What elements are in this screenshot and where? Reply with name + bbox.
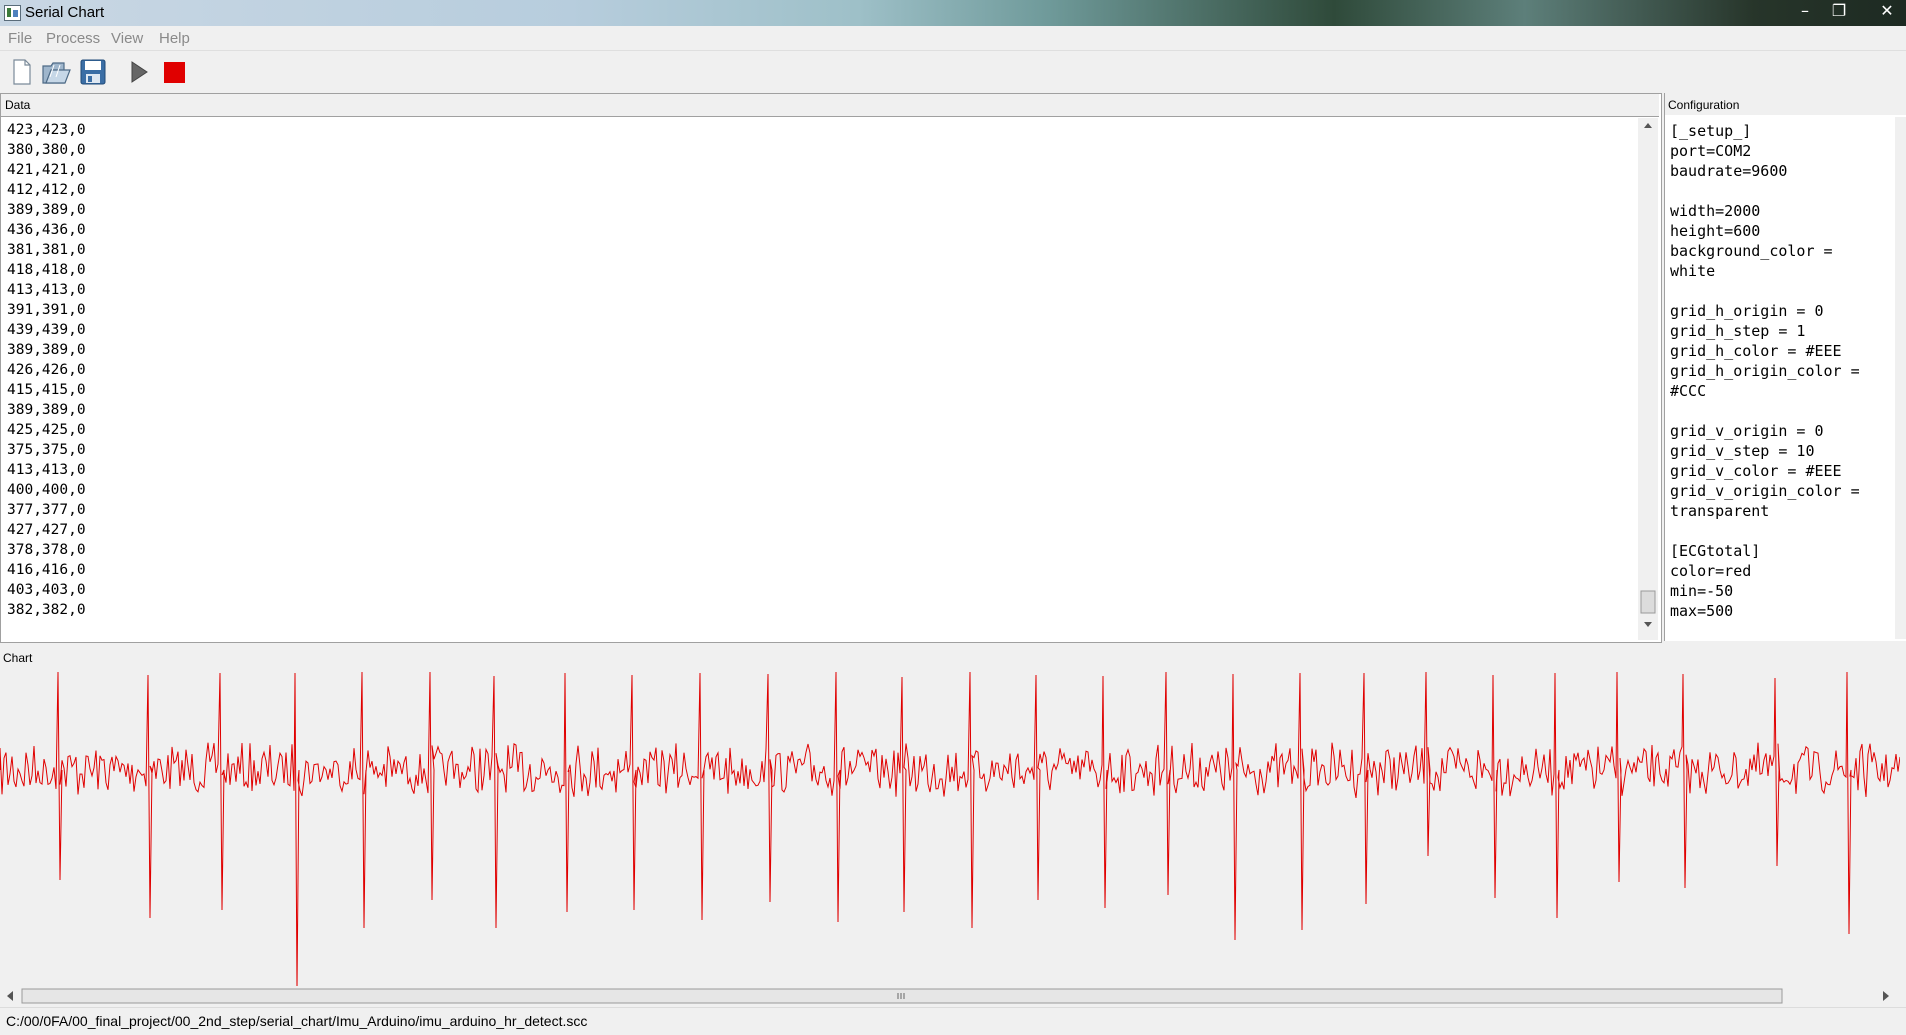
data-line: 389,389,0 [7,342,86,358]
title-bar: Serial Chart – ❐ ✕ [0,0,1906,26]
configuration-panel-title: Configuration [1668,98,1740,112]
data-line: 391,391,0 [7,302,86,318]
save-icon[interactable] [78,57,108,87]
data-line: 436,436,0 [7,222,86,238]
open-folder-icon[interactable] [40,57,71,87]
config-line: max=500 [1670,602,1734,620]
menu-view[interactable]: View [111,30,143,47]
data-line: 413,413,0 [7,462,86,478]
configuration-text-area[interactable]: [_setup_] port=COM2 baudrate=9600 width=20… [1670,121,1860,621]
config-line: grid_v_origin_color = [1670,482,1860,500]
config-line: grid_h_step = 1 [1670,322,1806,340]
data-text-area[interactable]: 423,423,0 380,380,0 421,421,0 412,412,0 389,… [7,120,86,620]
config-line: grid_h_origin = 0 [1670,302,1824,320]
data-line: 426,426,0 [7,362,86,378]
data-line: 375,375,0 [7,442,86,458]
config-line: baudrate=9600 [1670,162,1788,180]
ecg-series-line [0,671,1901,991]
configuration-scrollbar[interactable] [1895,117,1906,639]
data-line: 380,380,0 [7,142,86,158]
maximize-icon[interactable]: ❐ [1824,0,1854,22]
data-line: 416,416,0 [7,562,86,578]
data-line: 418,418,0 [7,262,86,278]
config-line: grid_h_color = #EEE [1670,342,1842,360]
data-line: 427,427,0 [7,522,86,538]
data-scrollbar[interactable] [1638,118,1658,640]
file-path-text: C:/00/0FA/00_final_project/00_2nd_step/s… [6,1013,588,1029]
toolbar [0,51,1906,91]
data-panel-title: Data [5,98,31,112]
config-line: [_setup_] [1670,122,1752,140]
chart-area [0,670,1901,991]
data-line: 378,378,0 [7,542,86,558]
window-title: Serial Chart [25,4,105,21]
app-icon [4,5,21,21]
menu-file[interactable]: File [8,30,32,47]
config-line: port=COM2 [1670,142,1752,160]
data-line: 377,377,0 [7,502,86,518]
config-line [1670,281,1860,301]
configuration-panel-header: Configuration [1665,93,1906,115]
menu-process[interactable]: Process [46,30,100,47]
config-line: grid_v_origin = 0 [1670,422,1824,440]
ecg-chart [0,671,1901,991]
data-line: 425,425,0 [7,422,86,438]
menu-help[interactable]: Help [159,30,190,47]
play-icon[interactable] [124,57,154,87]
data-line: 381,381,0 [7,242,86,258]
minimize-icon[interactable]: – [1790,0,1820,22]
stop-icon[interactable] [160,57,190,87]
data-line: 403,403,0 [7,582,86,598]
data-line: 382,382,0 [7,602,86,618]
config-line: width=2000 [1670,202,1761,220]
config-line: transparent [1670,502,1770,520]
data-panel: Data 423,423,0 380,380,0 421,421,0 412,412,… [0,93,1662,643]
config-line: min=-50 [1670,582,1734,600]
data-line: 389,389,0 [7,202,86,218]
data-line: 389,389,0 [7,402,86,418]
menu-bar: File Process View Help [0,26,1906,51]
chart-horizontal-scrollbar[interactable] [0,986,1906,1006]
config-line [1670,401,1860,421]
data-line: 415,415,0 [7,382,86,398]
config-line: height=600 [1670,222,1761,240]
data-line: 400,400,0 [7,482,86,498]
data-panel-header: Data [1,94,1659,117]
data-line: 412,412,0 [7,182,86,198]
config-line: grid_v_color = #EEE [1670,462,1842,480]
config-line: color=red [1670,562,1752,580]
data-line: 439,439,0 [7,322,86,338]
config-line: #CCC [1670,382,1707,400]
new-file-icon[interactable] [6,57,36,87]
configuration-panel: Configuration [_setup_] port=COM2 baudrate… [1664,93,1906,641]
data-line: 413,413,0 [7,282,86,298]
config-line [1670,521,1860,541]
config-line: white [1670,262,1716,280]
status-bar: C:/00/0FA/00_final_project/00_2nd_step/s… [0,1007,1906,1035]
config-line [1670,181,1860,201]
close-icon[interactable]: ✕ [1872,0,1902,22]
config-line: grid_v_step = 10 [1670,442,1815,460]
config-line: grid_h_origin_color = [1670,362,1860,380]
config-line: [ECGtotal] [1670,542,1761,560]
chart-panel-header: Chart [0,648,1906,670]
chart-panel-title: Chart [3,651,33,665]
config-line: background_color = [1670,242,1833,260]
data-line: 423,423,0 [7,122,86,138]
data-line: 421,421,0 [7,162,86,178]
